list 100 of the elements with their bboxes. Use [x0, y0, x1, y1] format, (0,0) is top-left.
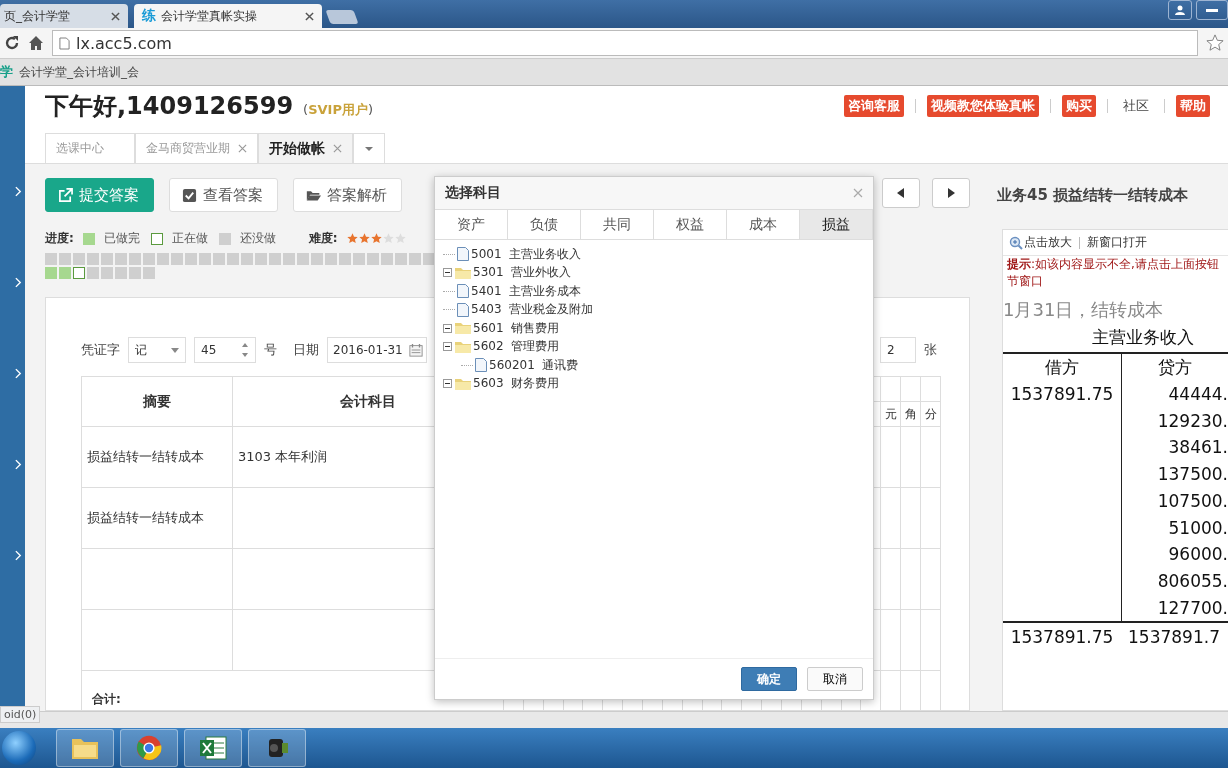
- account-node[interactable]: 5001 主营业务收入: [471, 245, 582, 263]
- category-tab[interactable]: 权益: [654, 210, 727, 239]
- account-node[interactable]: 5602 管理费用: [473, 338, 560, 356]
- header-link[interactable]: 帮助: [1176, 95, 1210, 117]
- reload-icon[interactable]: [4, 35, 20, 51]
- site-logo: 练: [142, 7, 156, 25]
- account-node[interactable]: 5601 销售费用: [473, 319, 560, 337]
- toolbar-button[interactable]: 答案解析: [293, 178, 402, 212]
- credit-amount: 127700.: [1156, 596, 1228, 620]
- task-square[interactable]: [73, 267, 85, 279]
- credit-total: 1537891.7: [1127, 626, 1221, 650]
- account-node[interactable]: 5401 主营业务成本: [471, 282, 582, 300]
- profile-button[interactable]: [1168, 0, 1192, 20]
- chevron-icon[interactable]: [15, 368, 22, 379]
- collapse-icon[interactable]: [443, 323, 452, 333]
- minimize-button[interactable]: [1196, 0, 1228, 20]
- folder-icon: [455, 377, 471, 390]
- header-link[interactable]: 视频教您体验真帐: [927, 95, 1039, 117]
- header-link[interactable]: 社区: [1119, 95, 1153, 117]
- voucher-number-field[interactable]: 45: [194, 337, 256, 363]
- zoom-link[interactable]: 点击放大: [1009, 234, 1072, 251]
- voucher-type-select[interactable]: 记: [128, 337, 186, 363]
- digit-header: 元: [880, 401, 901, 427]
- header-link[interactable]: 购买: [1062, 95, 1096, 117]
- greeting: 下午好,1409126599: [45, 91, 294, 122]
- category-tab[interactable]: 负债: [508, 210, 581, 239]
- voucher-type-label: 凭证字: [81, 341, 120, 359]
- header-link[interactable]: 咨询客服: [844, 95, 904, 117]
- star-icon[interactable]: [1206, 34, 1224, 52]
- start-button[interactable]: [2, 731, 36, 765]
- document-icon: [457, 284, 469, 299]
- chevron-icon[interactable]: [15, 277, 22, 288]
- account-node[interactable]: 560201 通讯费: [489, 356, 579, 374]
- external-link-icon: [58, 187, 73, 203]
- bookmark[interactable]: 学 会计学堂_会计培训_会: [0, 63, 139, 81]
- credit-header: 贷方: [1157, 356, 1193, 379]
- account-name: 主营业务收入: [1091, 326, 1195, 349]
- total-label: 合计:: [92, 692, 121, 706]
- account-node[interactable]: 5301 营业外收入: [473, 264, 572, 282]
- previous-button[interactable]: [882, 178, 920, 208]
- account-node[interactable]: 5403 营业税金及附加: [471, 301, 594, 319]
- new-window-link[interactable]: 新窗口打开: [1087, 234, 1147, 251]
- summary-cell: 损益结转一结转成本: [87, 449, 204, 464]
- chevron-icon[interactable]: [15, 186, 22, 197]
- membership-label: (SVIP用户): [303, 101, 374, 119]
- legend-label: 还没做: [239, 230, 276, 247]
- tab-title: 页_会计学堂: [4, 7, 71, 25]
- page-icon: [59, 36, 70, 50]
- browser-tab[interactable]: 练 会计学堂真帐实操: [134, 4, 322, 28]
- hint-text: 提示:如该内容显示不全,请点击上面按钮: [1006, 256, 1220, 273]
- taskbar-button[interactable]: [248, 729, 306, 767]
- collapse-icon[interactable]: [443, 342, 452, 352]
- confirm-button[interactable]: 确定: [741, 667, 797, 691]
- star-icon: [346, 233, 358, 244]
- credit-amount: 129230.: [1156, 409, 1228, 433]
- chevron-icon[interactable]: [15, 459, 22, 470]
- summary-cell: 损益结转一结转成本: [87, 510, 204, 525]
- category-tab[interactable]: 共同: [581, 210, 654, 239]
- close-icon[interactable]: [305, 11, 314, 21]
- number-suffix: 号: [264, 341, 277, 359]
- minimize-icon: [1205, 7, 1219, 13]
- taskbar-button[interactable]: [184, 729, 242, 767]
- collapse-icon[interactable]: [443, 268, 452, 278]
- chevron-icon[interactable]: [15, 550, 22, 561]
- collapse-icon[interactable]: [443, 379, 452, 389]
- triangle-left-icon: [897, 188, 905, 198]
- triangle-right-icon: [947, 188, 955, 198]
- category-tab[interactable]: 资产: [435, 210, 508, 239]
- legend-label: 正在做: [171, 230, 208, 247]
- address-field[interactable]: lx.acc5.com: [52, 30, 1198, 56]
- cancel-button[interactable]: 取消: [807, 667, 863, 691]
- spreadsheet-icon: [198, 735, 228, 761]
- next-button[interactable]: [932, 178, 970, 208]
- page-tab[interactable]: 开始做帐: [258, 133, 353, 163]
- credit-amount: 137500.: [1156, 463, 1228, 487]
- credit-amount: 51000.: [1167, 516, 1228, 540]
- attachment-suffix: 张: [924, 341, 937, 359]
- horizontal-scrollbar[interactable]: [0, 711, 1228, 728]
- hint-text: 节窗口: [1006, 273, 1044, 290]
- close-icon[interactable]: [111, 11, 120, 21]
- debit-header: 借方: [1044, 356, 1080, 379]
- dialog-title: 选择科目: [445, 184, 501, 202]
- new-tab-button[interactable]: [325, 10, 359, 24]
- home-icon[interactable]: [28, 35, 44, 51]
- browser-tab[interactable]: 页_会计学堂: [0, 4, 128, 28]
- folder-icon: [455, 322, 471, 335]
- tab-menu-button[interactable]: [353, 133, 385, 163]
- spinner-arrows-icon: [241, 342, 249, 358]
- star-icon: [382, 233, 394, 244]
- star-icon: [370, 233, 382, 244]
- zoom-in-icon: [1009, 235, 1023, 250]
- difficulty-label: 难度:: [308, 230, 338, 247]
- date-field[interactable]: 2016-01-31: [327, 337, 427, 363]
- category-tab[interactable]: 损益: [800, 210, 873, 239]
- credit-amount: 38461.: [1167, 436, 1228, 460]
- caret-icon: [364, 145, 374, 152]
- attachment-count-field[interactable]: 2: [880, 337, 916, 363]
- credit-amount: 44444.: [1167, 383, 1228, 406]
- toolbar-button[interactable]: 查看答案: [169, 178, 278, 212]
- digit-header: 分: [920, 401, 941, 427]
